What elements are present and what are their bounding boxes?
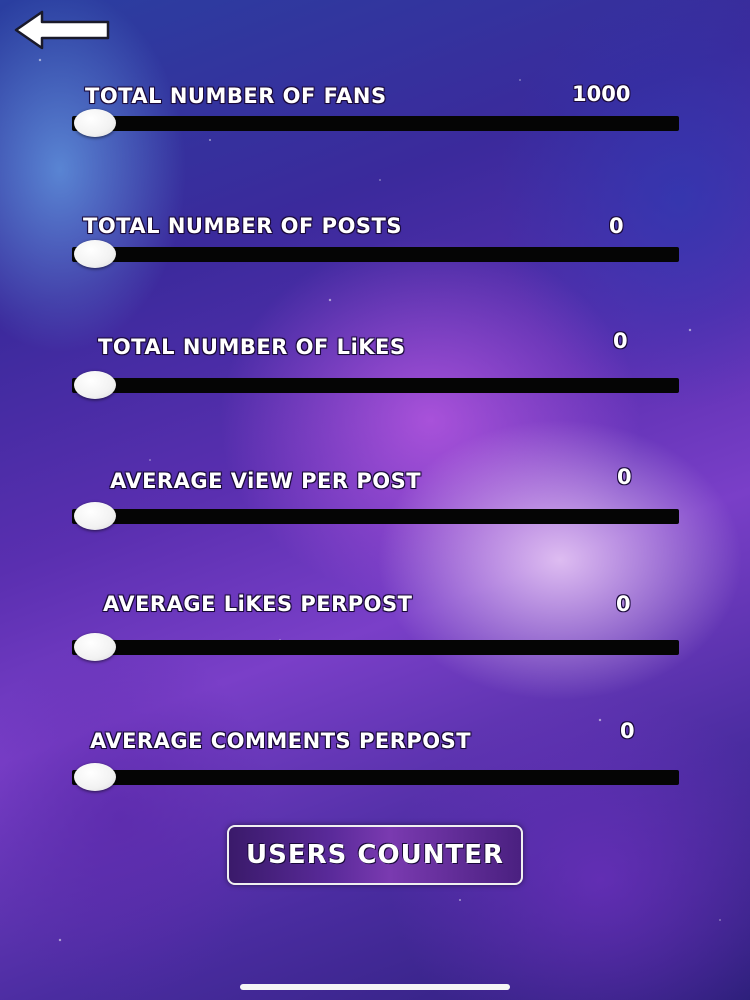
fans-slider-group: TOTAL NUMBER OF FANS 1000 xyxy=(0,82,750,142)
avg-comments-label: AVERAGE COMMENTS PERPOST xyxy=(90,729,472,753)
home-indicator xyxy=(240,984,510,990)
posts-slider-group: TOTAL NUMBER OF POSTS 0 xyxy=(0,212,750,272)
avg-likes-slider-group: AVERAGE LiKES PERPOST 0 xyxy=(0,590,750,661)
avg-view-slider-thumb[interactable] xyxy=(74,502,116,530)
posts-value: 0 xyxy=(609,214,624,238)
posts-slider-thumb[interactable] xyxy=(74,240,116,268)
avg-likes-slider-thumb[interactable] xyxy=(74,633,116,661)
fans-value: 1000 xyxy=(572,82,631,106)
posts-label: TOTAL NUMBER OF POSTS xyxy=(83,214,402,238)
avg-likes-slider-track[interactable] xyxy=(72,633,679,661)
avg-comments-slider-track[interactable] xyxy=(72,763,679,791)
back-button[interactable] xyxy=(14,10,110,50)
fans-label: TOTAL NUMBER OF FANS xyxy=(85,84,387,108)
users-counter-button[interactable]: USERS COUNTER xyxy=(227,825,523,885)
likes-slider-track[interactable] xyxy=(72,371,679,399)
fans-slider-track[interactable] xyxy=(72,109,679,137)
avg-view-label: AVERAGE ViEW PER POST xyxy=(110,469,422,493)
avg-comments-slider-thumb[interactable] xyxy=(74,763,116,791)
posts-slider-track[interactable] xyxy=(72,240,679,268)
arrow-left-icon xyxy=(14,10,110,50)
likes-value: 0 xyxy=(613,329,628,353)
avg-likes-label: AVERAGE LiKES PERPOST xyxy=(103,592,413,616)
likes-slider-thumb[interactable] xyxy=(74,371,116,399)
avg-comments-slider-group: AVERAGE COMMENTS PERPOST 0 xyxy=(0,719,750,791)
avg-comments-value: 0 xyxy=(620,719,635,743)
avg-likes-value: 0 xyxy=(616,592,631,616)
likes-label: TOTAL NUMBER OF LiKES xyxy=(98,335,406,359)
likes-slider-group: TOTAL NUMBER OF LiKES 0 xyxy=(0,329,750,399)
avg-view-value: 0 xyxy=(617,465,632,489)
avg-view-slider-group: AVERAGE ViEW PER POST 0 xyxy=(0,465,750,530)
avg-view-slider-track[interactable] xyxy=(72,502,679,530)
fans-slider-thumb[interactable] xyxy=(74,109,116,137)
